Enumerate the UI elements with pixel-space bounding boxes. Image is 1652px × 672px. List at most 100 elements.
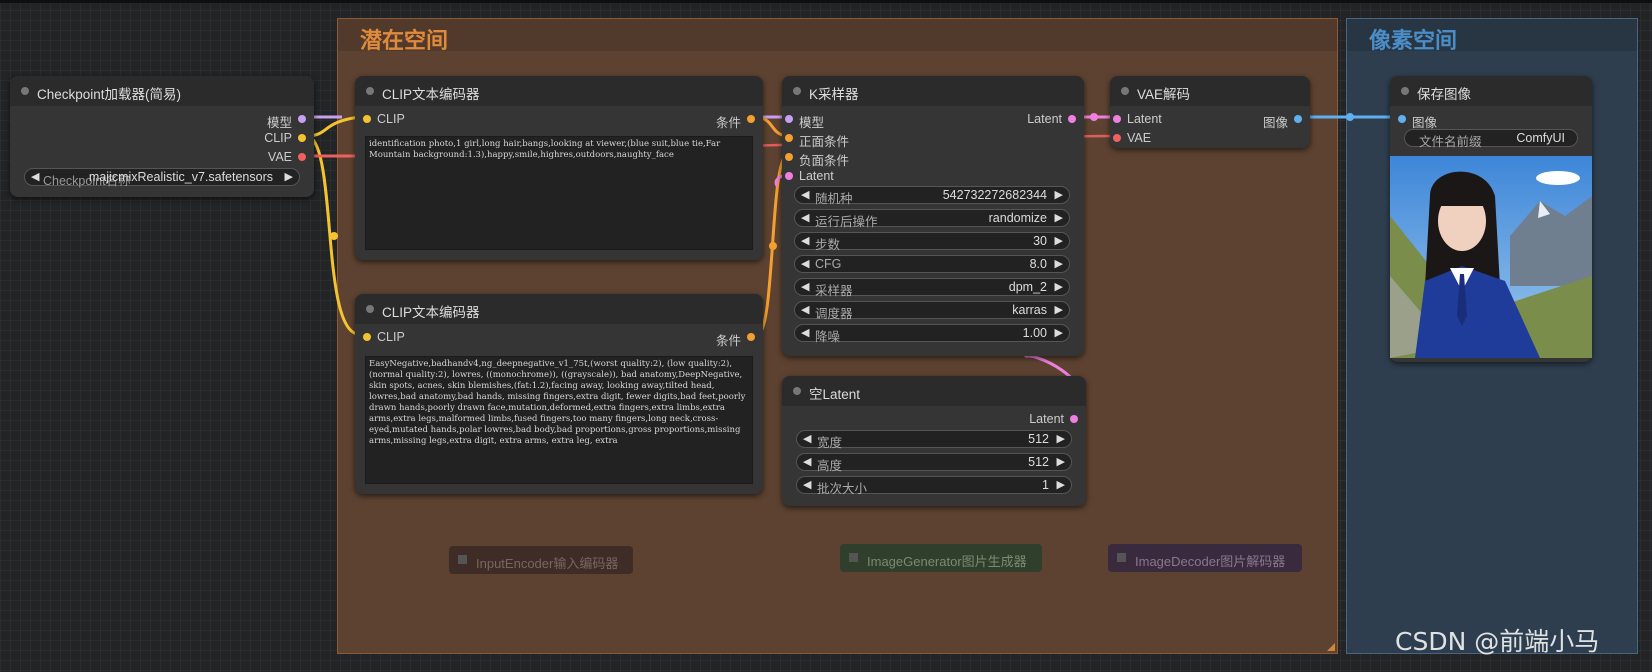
- output-conditioning[interactable]: 条件: [716, 112, 755, 131]
- increment-arrow-icon[interactable]: ▶: [285, 170, 293, 183]
- output-pin[interactable]: [298, 153, 306, 161]
- increment-arrow-icon[interactable]: ▶: [1055, 257, 1063, 270]
- output-model[interactable]: 模型: [267, 112, 306, 131]
- input-negative[interactable]: 负面条件: [785, 150, 849, 169]
- increment-arrow-icon[interactable]: ▶: [1055, 280, 1063, 293]
- ckpt-value: majicmixRealistic_v7.safetensors: [88, 170, 273, 184]
- increment-arrow-icon[interactable]: ▶: [1057, 478, 1065, 491]
- node-title-bar[interactable]: CLIP文本编码器: [355, 76, 763, 106]
- checkpoint-loader-node[interactable]: Checkpoint加载器(简易) 模型 CLIP VAE ◀ Checkpoi…: [10, 76, 314, 197]
- input-pin[interactable]: [1113, 115, 1121, 123]
- decrement-arrow-icon[interactable]: ◀: [801, 234, 809, 247]
- output-pin[interactable]: [298, 115, 306, 123]
- decrement-arrow-icon[interactable]: ◀: [801, 303, 809, 316]
- collapse-dot-icon[interactable]: [21, 87, 29, 95]
- widget-value: 512: [1028, 432, 1049, 446]
- output-conditioning-label: 条件: [715, 116, 741, 130]
- input-latent[interactable]: Latent: [785, 169, 834, 183]
- control-after-generate-widget[interactable]: ◀ 运行后操作 randomize ▶: [794, 209, 1070, 229]
- collapse-dot-icon[interactable]: [366, 305, 374, 313]
- decrement-arrow-icon[interactable]: ◀: [801, 188, 809, 201]
- input-pin[interactable]: [785, 153, 793, 161]
- output-conditioning[interactable]: 条件: [716, 330, 755, 349]
- output-pin[interactable]: [747, 115, 755, 123]
- output-image[interactable]: 图像: [1263, 112, 1302, 131]
- input-model[interactable]: 模型: [785, 112, 824, 131]
- collapse-dot-icon[interactable]: [366, 87, 374, 95]
- node-title-bar[interactable]: K采样器: [782, 76, 1084, 106]
- output-latent[interactable]: Latent: [1029, 412, 1078, 426]
- increment-arrow-icon[interactable]: ▶: [1055, 211, 1063, 224]
- negative-prompt-textarea[interactable]: EasyNegative,badhandv4,ng_deepnegative_v…: [365, 356, 753, 484]
- save-image-node[interactable]: 保存图像 图像 文件名前缀 ComfyUI: [1390, 76, 1592, 362]
- node-title-bar[interactable]: VAE解码: [1110, 76, 1310, 106]
- batch-size-widget[interactable]: ◀ 批次大小 1 ▶: [796, 476, 1072, 496]
- ckpt-name-combo[interactable]: ◀ Checkpoint名称 majicmixRealistic_v7.safe…: [24, 168, 300, 188]
- vae-decode-node[interactable]: VAE解码 Latent VAE 图像: [1110, 76, 1310, 148]
- output-latent-label: Latent: [1027, 112, 1062, 126]
- input-clip-label: CLIP: [377, 330, 405, 344]
- collapse-dot-icon[interactable]: [1401, 87, 1409, 95]
- sampler-widget[interactable]: ◀ 采样器 dpm_2 ▶: [794, 278, 1070, 298]
- ksampler-node[interactable]: K采样器 模型 正面条件 负面条件 Latent Latent ◀ 随机种 5427…: [782, 76, 1084, 356]
- prompt-textarea[interactable]: identification photo,1 girl,long hair,ba…: [365, 136, 753, 250]
- scheduler-widget[interactable]: ◀ 调度器 karras ▶: [794, 301, 1070, 321]
- node-title-bar[interactable]: Checkpoint加载器(简易): [10, 76, 314, 106]
- increment-arrow-icon[interactable]: ▶: [1057, 455, 1065, 468]
- filename-prefix-widget[interactable]: 文件名前缀 ComfyUI: [1404, 129, 1578, 149]
- widget-value: ComfyUI: [1516, 131, 1565, 145]
- input-pin[interactable]: [785, 172, 793, 180]
- height-widget[interactable]: ◀ 高度 512 ▶: [796, 453, 1072, 473]
- input-samples[interactable]: Latent: [1113, 112, 1162, 126]
- width-widget[interactable]: ◀ 宽度 512 ▶: [796, 430, 1072, 450]
- clip-pos-title: CLIP文本编码器: [382, 87, 480, 102]
- input-pin[interactable]: [785, 115, 793, 123]
- increment-arrow-icon[interactable]: ▶: [1055, 234, 1063, 247]
- output-pin[interactable]: [747, 333, 755, 341]
- decrement-arrow-icon[interactable]: ◀: [803, 478, 811, 491]
- denoise-widget[interactable]: ◀ 降噪 1.00 ▶: [794, 324, 1070, 344]
- increment-arrow-icon[interactable]: ▶: [1057, 432, 1065, 445]
- input-pin[interactable]: [1398, 115, 1406, 123]
- increment-arrow-icon[interactable]: ▶: [1055, 188, 1063, 201]
- decrement-arrow-icon[interactable]: ◀: [801, 326, 809, 339]
- output-image-preview[interactable]: [1390, 156, 1592, 358]
- decrement-arrow-icon[interactable]: ◀: [803, 432, 811, 445]
- clip-text-encoder-negative[interactable]: CLIP文本编码器 CLIP 条件 EasyNegative,badhandv4…: [355, 294, 763, 494]
- empty-latent-node[interactable]: 空Latent Latent ◀ 宽度 512 ▶ ◀ 高度 512 ▶ ◀ 批次大小 1 ▶: [782, 376, 1086, 506]
- cfg-widget[interactable]: ◀ CFG 8.0 ▶: [794, 255, 1070, 273]
- input-pin[interactable]: [363, 333, 371, 341]
- node-title-bar[interactable]: 保存图像: [1390, 76, 1592, 106]
- output-latent[interactable]: Latent: [1027, 112, 1076, 126]
- decrement-arrow-icon[interactable]: ◀: [801, 257, 809, 270]
- node-title-bar[interactable]: 空Latent: [782, 376, 1086, 406]
- decrement-arrow-icon[interactable]: ◀: [803, 455, 811, 468]
- decrement-arrow-icon[interactable]: ◀: [801, 280, 809, 293]
- node-title-bar[interactable]: CLIP文本编码器: [355, 294, 763, 324]
- steps-widget[interactable]: ◀ 步数 30 ▶: [794, 232, 1070, 252]
- checkpoint-title: Checkpoint加载器(简易): [37, 87, 182, 102]
- output-clip[interactable]: CLIP: [264, 131, 306, 145]
- decrement-arrow-icon[interactable]: ◀: [801, 211, 809, 224]
- widget-label: 文件名前缀: [1419, 135, 1482, 149]
- output-pin[interactable]: [1294, 115, 1302, 123]
- output-pin[interactable]: [1068, 115, 1076, 123]
- input-pin[interactable]: [785, 134, 793, 142]
- output-pin[interactable]: [1070, 415, 1078, 423]
- increment-arrow-icon[interactable]: ▶: [1055, 303, 1063, 316]
- input-pin[interactable]: [1113, 134, 1121, 142]
- seed-widget[interactable]: ◀ 随机种 542732272682344 ▶: [794, 186, 1070, 206]
- decrement-arrow-icon[interactable]: ◀: [31, 170, 39, 183]
- clip-text-encoder-positive[interactable]: CLIP文本编码器 CLIP 条件 identification photo,1…: [355, 76, 763, 260]
- input-positive[interactable]: 正面条件: [785, 131, 849, 150]
- input-clip[interactable]: CLIP: [363, 112, 405, 126]
- output-pin[interactable]: [298, 134, 306, 142]
- input-clip[interactable]: CLIP: [363, 330, 405, 344]
- collapse-dot-icon[interactable]: [793, 87, 801, 95]
- input-vae[interactable]: VAE: [1113, 131, 1151, 145]
- collapse-dot-icon[interactable]: [793, 387, 801, 395]
- collapse-dot-icon[interactable]: [1121, 87, 1129, 95]
- increment-arrow-icon[interactable]: ▶: [1055, 326, 1063, 339]
- output-vae[interactable]: VAE: [268, 150, 306, 164]
- input-pin[interactable]: [363, 115, 371, 123]
